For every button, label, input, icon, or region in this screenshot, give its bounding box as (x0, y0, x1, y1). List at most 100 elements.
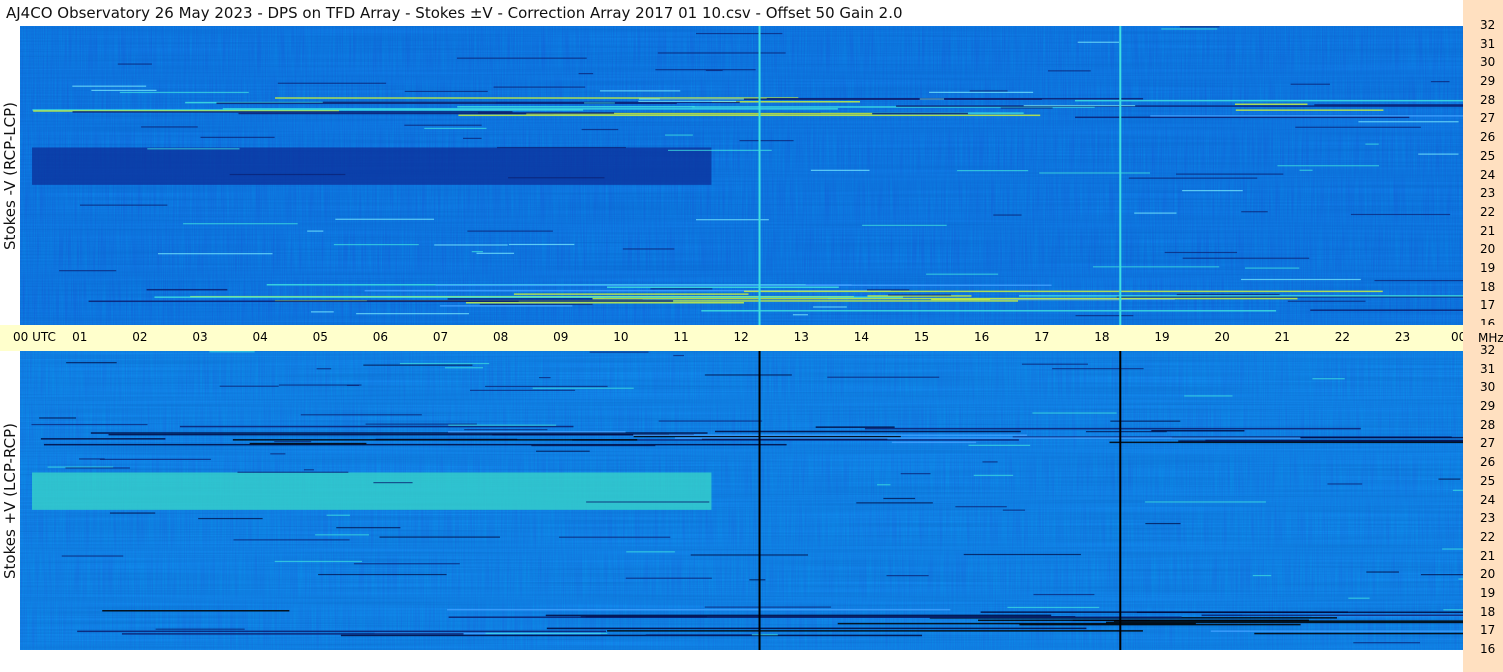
rfi-streak (969, 90, 1008, 92)
time-axis: 00 UTC 01 02 03 04 05 06 07 08 09 10 11 12 13 14 15 16 17… (0, 325, 1466, 351)
rfi-streak (586, 501, 710, 503)
rfi-streak (1164, 251, 1238, 254)
rfi-streak (1178, 440, 1463, 442)
rfi-streak (1145, 522, 1181, 525)
rfi-streak (493, 86, 586, 88)
rfi-streak (695, 219, 769, 221)
rfi-streak (121, 633, 464, 635)
rfi-streak (696, 32, 783, 35)
rfi-streak (1007, 606, 1100, 609)
rfi-streak (973, 474, 1014, 476)
rfi-streak (424, 127, 487, 130)
time-tick-label: 11 (673, 330, 689, 344)
frequency-tick-label: 30 (1480, 380, 1496, 395)
rfi-streak (1241, 211, 1268, 213)
rfi-streak (1235, 109, 1384, 111)
dark-band (32, 147, 712, 185)
rfi-streak (326, 514, 350, 516)
vertical-line-marker (758, 26, 761, 325)
frequency-tick-label: 26 (1480, 455, 1496, 470)
top-panel-ylabel-area: Stokes -V (RCP-LCP) (0, 26, 20, 325)
time-tick-label: 12 (733, 330, 749, 344)
frequency-tick-label: 31 (1480, 36, 1496, 51)
frequency-tick-label: 24 (1480, 167, 1496, 182)
rfi-streak (222, 108, 838, 110)
time-tick-label: 05 (312, 330, 328, 344)
rfi-streak (690, 554, 809, 556)
rfi-streak (704, 374, 792, 376)
rfi-streak (650, 288, 713, 290)
rfi-streak (479, 303, 593, 305)
time-tick-label: 07 (432, 330, 449, 344)
rfi-streak (448, 616, 1182, 618)
rfi-streak (546, 627, 1087, 630)
rfi-streak (926, 273, 999, 275)
rfi-streak (982, 461, 998, 463)
rfi-streak (229, 173, 346, 176)
rfi-streak (456, 57, 587, 59)
frequency-tick-label: 17 (1480, 623, 1496, 638)
frequency-unit-label: MHz (1478, 331, 1503, 345)
rfi-streak (581, 128, 619, 131)
rfi-streak (625, 577, 712, 579)
rfi-streak (1290, 83, 1330, 85)
frequency-tick-label: 18 (1480, 604, 1496, 619)
frequency-tick-label: 18 (1480, 279, 1496, 294)
rfi-streak (1366, 571, 1399, 573)
time-tick-label: 18 (1094, 330, 1110, 344)
rfi-streak (658, 420, 763, 422)
rfi-streak (633, 434, 1027, 436)
rfi-streak (77, 630, 607, 633)
rfi-streak (638, 100, 737, 103)
rfi-streak (439, 305, 573, 307)
rfi-streak (277, 82, 387, 84)
frequency-tick-label: 27 (1480, 111, 1496, 126)
rfi-streak (469, 389, 576, 391)
rfi-streak (531, 445, 656, 447)
rfi-streak (600, 90, 681, 92)
rfi-streak (1092, 266, 1220, 268)
rfi-streak (1314, 104, 1463, 106)
rfi-streak (61, 555, 124, 557)
rfi-streak (1113, 620, 1463, 622)
frequency-tick-label: 22 (1480, 204, 1496, 219)
rfi-streak (626, 551, 675, 553)
rfi-streak (447, 608, 951, 611)
spectrogram-stokes-plus-v (20, 351, 1463, 650)
rfi-streak (179, 425, 574, 428)
frequency-tick-label: 20 (1480, 242, 1496, 257)
rfi-streak (1019, 295, 1463, 297)
rfi-streak (810, 169, 870, 171)
rfi-streak (1032, 412, 1117, 414)
spectrogram-stokes-minus-v (20, 26, 1463, 325)
frequency-tick-label: 24 (1480, 492, 1496, 507)
rfi-streak (877, 484, 891, 486)
frequency-axis-top: 32 31 30 29 28 27 26 25 24 23 22 21 20 19 18 17 16 (1463, 0, 1503, 331)
rfi-streak (655, 69, 756, 71)
rfi-streak (463, 137, 482, 139)
time-tick-label: 15 (913, 330, 930, 344)
rfi-streak (310, 311, 334, 313)
rfi-streak (963, 553, 1081, 556)
rfi-streak (1420, 574, 1463, 576)
rfi-streak (815, 426, 895, 428)
footer-strip (0, 650, 1463, 672)
rfi-streak (1310, 309, 1463, 311)
rfi-streak (379, 536, 500, 538)
time-tick-label: 09 (553, 330, 569, 344)
time-tick-label: 17 (1034, 330, 1050, 344)
frequency-tick-label: 30 (1480, 55, 1496, 70)
time-tick-label: 13 (793, 330, 809, 344)
rfi-streak (99, 458, 211, 460)
frequency-axis-bottom: 32 31 30 29 28 27 26 25 24 23 22 21 20 19 18 17 16 (1463, 343, 1503, 672)
rfi-streak (1075, 116, 1410, 119)
rfi-streak (39, 417, 77, 419)
time-tick-label: 06 (372, 330, 389, 344)
rfi-streak (102, 609, 290, 612)
rfi-streak (237, 471, 349, 473)
rfi-streak (353, 563, 460, 565)
rfi-streak (59, 270, 117, 272)
rfi-streak (146, 288, 228, 291)
rfi-streak (300, 414, 422, 416)
rfi-streak (1106, 621, 1463, 624)
